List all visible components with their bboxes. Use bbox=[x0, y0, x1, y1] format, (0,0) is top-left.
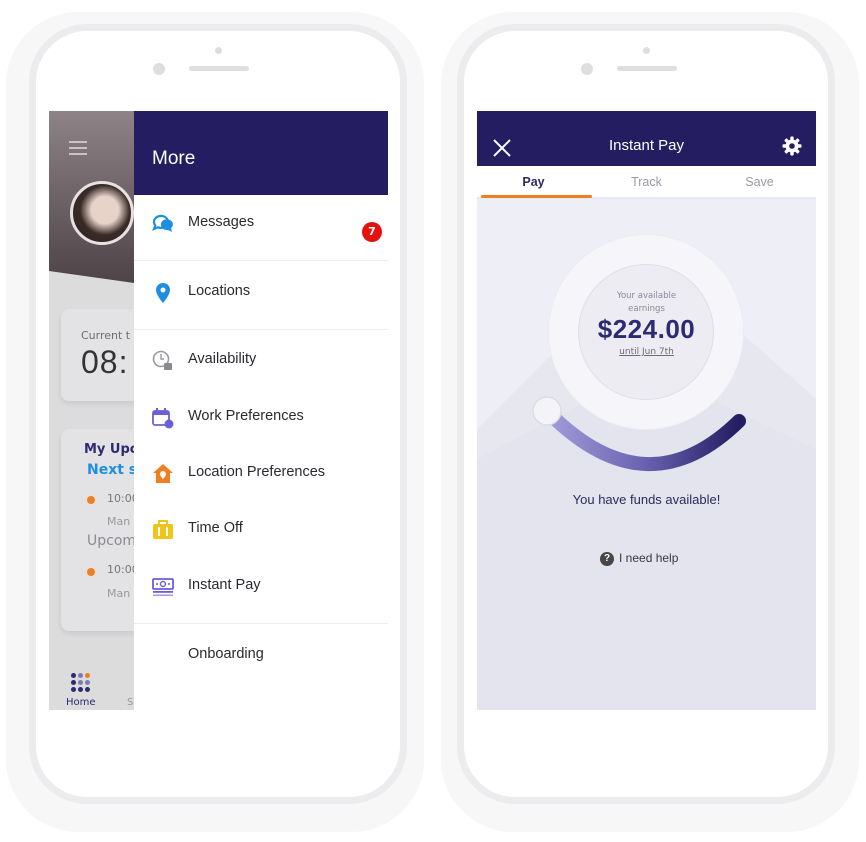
funds-status-text: You have funds available! bbox=[572, 492, 721, 507]
pay-slider-gauge[interactable] bbox=[477, 371, 816, 501]
drawer-header: More bbox=[134, 111, 388, 195]
tab-pay[interactable]: Pay bbox=[477, 175, 590, 189]
hamburger-menu-icon[interactable] bbox=[69, 141, 87, 155]
menu-item-label: Work Preferences bbox=[188, 408, 304, 424]
nav-second-label[interactable]: S bbox=[127, 697, 133, 708]
left-phone-screen: Current t 08: My Upco Next s 10:00 Man U… bbox=[49, 111, 388, 710]
menu-item-location-preferences[interactable]: Location Preferences bbox=[134, 446, 388, 502]
user-avatar[interactable] bbox=[70, 181, 134, 245]
tab-save[interactable]: Save bbox=[703, 175, 816, 189]
right-phone-speaker bbox=[617, 66, 677, 71]
divider bbox=[134, 260, 388, 261]
shift-dot bbox=[87, 496, 95, 504]
shift-location: Man bbox=[107, 515, 131, 528]
house-pin-icon bbox=[153, 464, 173, 483]
menu-item-label: Location Preferences bbox=[188, 464, 326, 480]
help-link[interactable]: ? I need help bbox=[600, 551, 678, 567]
menu-item-label: Time Off bbox=[188, 520, 243, 536]
home-grid-icon[interactable] bbox=[71, 673, 91, 693]
menu-item-messages[interactable]: Messages 7 bbox=[134, 196, 388, 252]
shift-location: Man bbox=[107, 587, 131, 600]
current-time-label: Current t bbox=[81, 329, 131, 342]
gauge-arc bbox=[542, 406, 746, 471]
gear-icon[interactable] bbox=[782, 136, 802, 156]
menu-item-label: Availability bbox=[188, 351, 257, 367]
instant-pay-header: Instant Pay bbox=[477, 111, 816, 166]
earnings-amount: $224.00 bbox=[597, 314, 696, 344]
menu-item-availability[interactable]: Availability bbox=[134, 333, 388, 389]
clock-thumbs-up-icon bbox=[152, 350, 172, 370]
tab-bar: Pay Track Save bbox=[477, 166, 816, 198]
menu-item-time-off[interactable]: Time Off bbox=[134, 502, 388, 558]
tab-track[interactable]: Track bbox=[590, 175, 703, 189]
next-shift-label: Next s bbox=[87, 462, 138, 478]
upcoming-label: Upcom bbox=[87, 533, 137, 549]
menu-item-label: Onboarding bbox=[188, 646, 264, 662]
chat-bubbles-icon bbox=[152, 214, 173, 232]
calendar-settings-icon bbox=[152, 408, 174, 429]
divider bbox=[134, 329, 388, 330]
menu-item-work-preferences[interactable]: Work Preferences bbox=[134, 390, 388, 446]
divider bbox=[134, 623, 388, 624]
page-title: Instant Pay bbox=[608, 137, 685, 154]
menu-item-label: Messages bbox=[188, 214, 255, 230]
earnings-until-date[interactable]: until Jun 7th bbox=[477, 347, 816, 357]
map-pin-icon bbox=[156, 283, 170, 303]
menu-item-onboarding[interactable]: Onboarding bbox=[134, 628, 388, 684]
left-phone-speaker bbox=[189, 66, 249, 71]
right-phone-camera bbox=[581, 63, 593, 75]
slider-handle bbox=[532, 396, 562, 426]
messages-count-badge: 7 bbox=[362, 222, 382, 242]
cash-icon bbox=[152, 578, 174, 596]
nav-home-label[interactable]: Home bbox=[66, 697, 96, 708]
menu-item-label: Locations bbox=[188, 283, 251, 299]
help-label: I need help bbox=[619, 551, 679, 565]
help-icon: ? bbox=[600, 551, 614, 566]
drawer-title: More bbox=[152, 148, 196, 169]
earnings-label-line1: Your available bbox=[616, 291, 677, 301]
current-time-value: 08: bbox=[81, 344, 129, 380]
shift-dot bbox=[87, 568, 95, 576]
right-phone-screen: Instant Pay Pay Track Save Your availabl… bbox=[477, 111, 816, 710]
menu-item-label: Instant Pay bbox=[188, 577, 261, 593]
left-phone-camera bbox=[153, 63, 165, 75]
suitcase-icon bbox=[153, 520, 173, 539]
active-tab-indicator bbox=[481, 195, 592, 198]
left-phone-sensor bbox=[215, 47, 222, 54]
menu-item-locations[interactable]: Locations bbox=[134, 265, 388, 321]
more-drawer: More Messages 7 Locations Availability W… bbox=[134, 111, 388, 710]
right-phone-sensor bbox=[643, 47, 650, 54]
menu-item-instant-pay[interactable]: Instant Pay bbox=[134, 559, 388, 615]
